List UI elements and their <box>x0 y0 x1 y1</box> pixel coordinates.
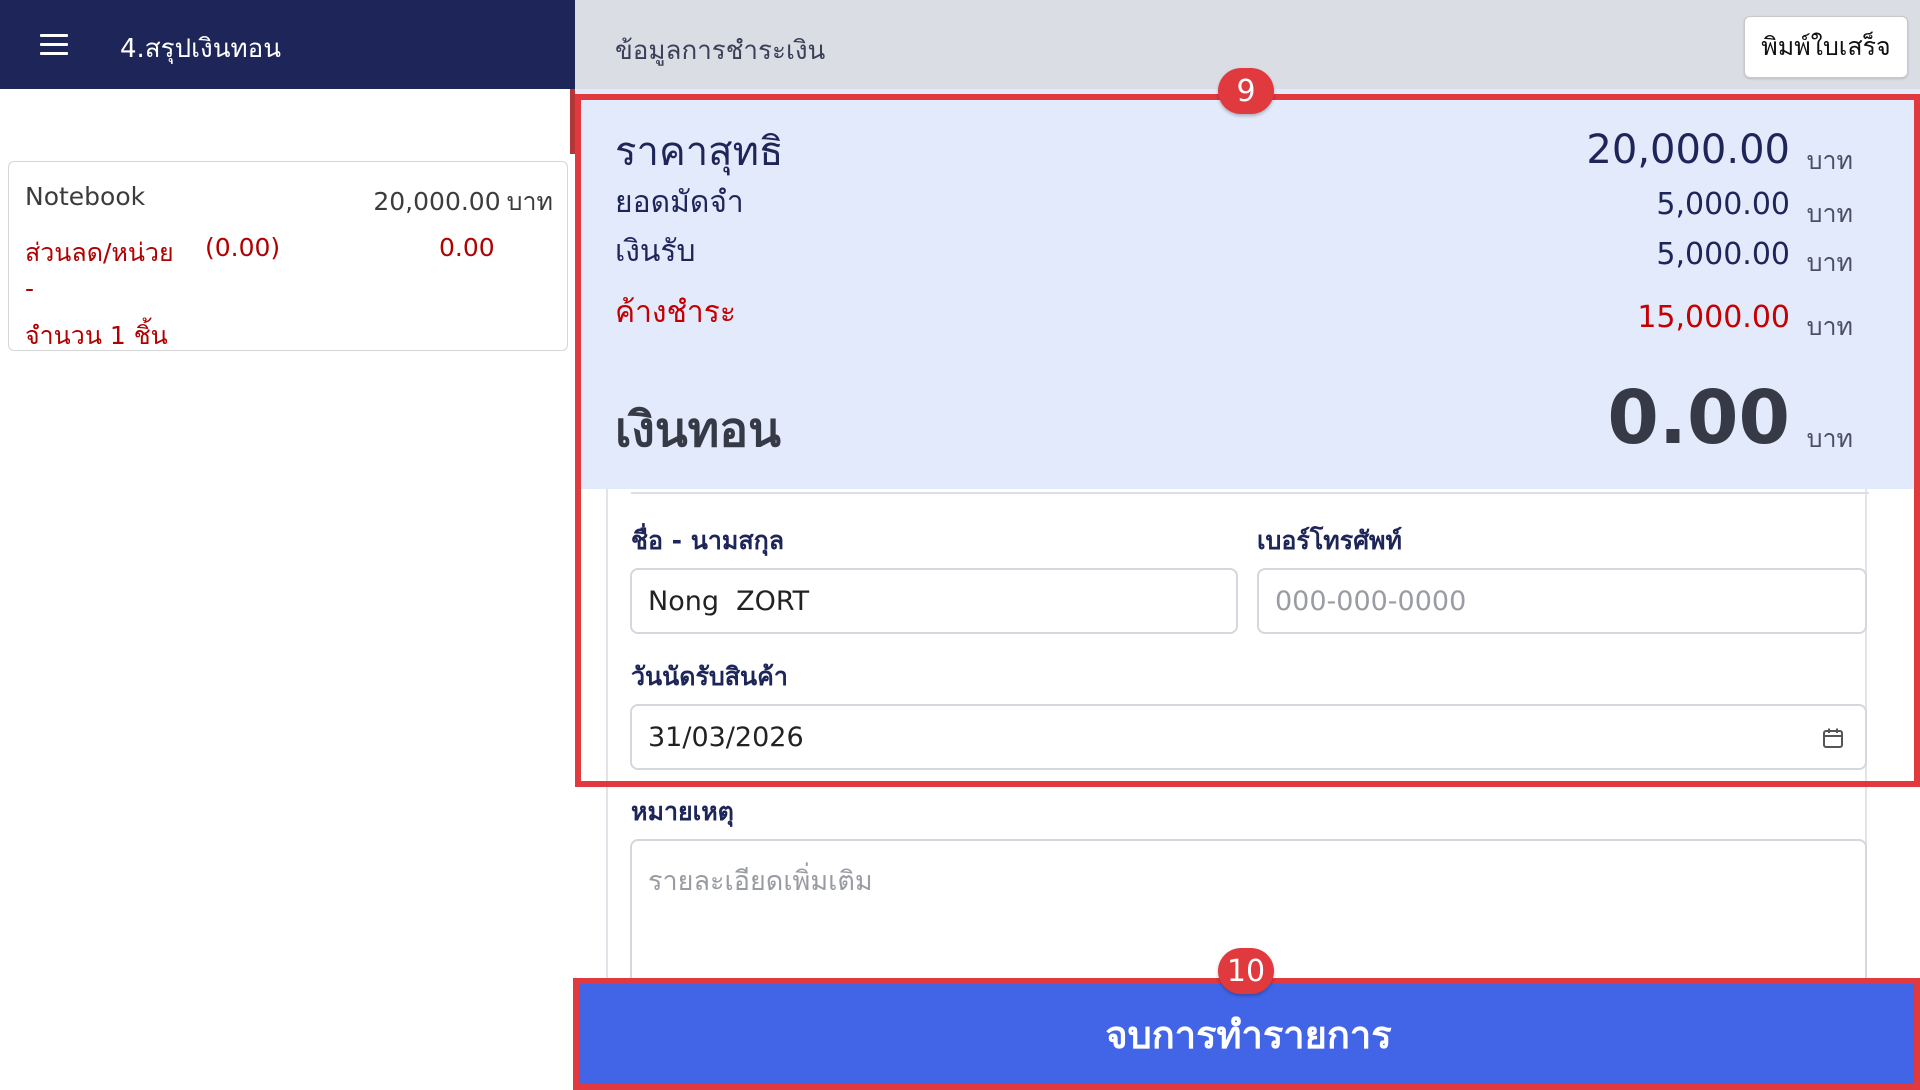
change-label: เงินทอน <box>615 402 781 458</box>
annotation-badge-9: 9 <box>1218 68 1274 114</box>
item-dash: - <box>25 274 35 303</box>
phone-input[interactable] <box>1275 585 1849 617</box>
annotation-badge-10: 10 <box>1218 948 1274 994</box>
deposit-label: ยอดมัดจำ <box>615 185 744 220</box>
payment-panel: ราคาสุทธิ 20,000.00 บาท ยอดมัดจำ 5,000.0… <box>575 89 1920 1090</box>
item-price-unit: บาท <box>506 187 553 216</box>
change-value: 0.00 <box>1607 375 1790 461</box>
discount-value: 0.00 <box>439 233 495 262</box>
order-list-panel: Notebook 20,000.00 บาท ส่วนลด/หน่วย (0.00… <box>0 89 575 1090</box>
customer-name-field[interactable] <box>630 568 1238 634</box>
pickup-date-label: วันนัดรับสินค้า <box>631 662 788 691</box>
item-name: Notebook <box>25 182 146 211</box>
change-unit: บาท <box>1806 424 1853 453</box>
phone-field[interactable] <box>1257 568 1867 634</box>
net-price-unit: บาท <box>1806 146 1853 175</box>
received-unit: บาท <box>1806 248 1853 277</box>
discount-label: ส่วนลด/หน่วย <box>25 238 174 267</box>
note-label: หมายเหตุ <box>631 797 734 826</box>
left-header: 4.สรุปเงินทอน <box>0 0 575 89</box>
net-price-label: ราคาสุทธิ <box>615 129 784 175</box>
customer-name-label: ชื่อ - นามสกุล <box>631 526 785 555</box>
outstanding-label: ค้างชำระ <box>615 295 736 330</box>
net-price-value: 20,000.00 <box>1586 127 1790 173</box>
deposit-value: 5,000.00 <box>1656 187 1790 222</box>
order-item-card[interactable]: Notebook 20,000.00 บาท ส่วนลด/หน่วย (0.00… <box>8 161 568 351</box>
payment-summary: ราคาสุทธิ 20,000.00 บาท ยอดมัดจำ 5,000.0… <box>575 89 1920 489</box>
item-quantity: จำนวน 1 ชิ้น <box>25 321 168 350</box>
deposit-unit: บาท <box>1806 199 1853 228</box>
finish-transaction-button[interactable]: จบการทำรายการ <box>577 978 1920 1090</box>
print-receipt-button[interactable]: พิมพ์ใบเสร็จ <box>1744 16 1908 78</box>
item-price-value: 20,000.00 <box>373 187 501 216</box>
discount-percent: (0.00) <box>205 233 281 262</box>
payment-info-title: ข้อมูลการชำระเงิน <box>615 36 826 66</box>
received-value: 5,000.00 <box>1656 237 1790 272</box>
received-label: เงินรับ <box>615 234 696 269</box>
pickup-date-value: 31/03/2026 <box>648 721 804 753</box>
pickup-date-field[interactable]: 31/03/2026 <box>630 704 1867 770</box>
hamburger-menu-icon[interactable] <box>40 34 68 56</box>
outstanding-unit: บาท <box>1806 312 1853 341</box>
item-price: 20,000.00 บาท <box>373 182 553 222</box>
phone-label: เบอร์โทรศัพท์ <box>1257 526 1403 555</box>
outstanding-value: 15,000.00 <box>1637 300 1790 335</box>
page-title: 4.สรุปเงินทอน <box>120 34 282 64</box>
customer-name-input[interactable] <box>648 585 1220 617</box>
calendar-icon[interactable] <box>1821 726 1845 750</box>
summary-divider <box>631 492 1869 494</box>
app-root: 4.สรุปเงินทอน Notebook 20,000.00 บาท ส่วน… <box>0 0 1920 1090</box>
